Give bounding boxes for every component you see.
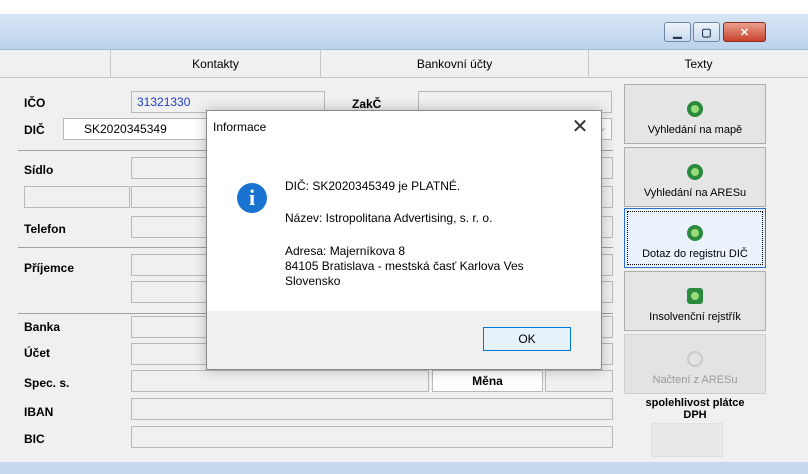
tab-bar: Kontakty Bankovní účty Texty (0, 50, 808, 78)
insolvency-registry-button[interactable]: Insolvenční rejstřík (624, 271, 766, 331)
prijemce-label: Příjemce (24, 261, 75, 275)
banka-label: Banka (24, 320, 61, 334)
maximize-button[interactable]: ▢ (693, 22, 720, 42)
spec-label: Spec. s. (24, 376, 70, 390)
globe-icon (687, 101, 703, 117)
info-icon: i (237, 183, 267, 213)
dic-value: SK2020345349 (84, 122, 167, 136)
load-from-ares-button[interactable]: Načtení z ARESu (624, 334, 766, 394)
close-icon: ✕ (739, 26, 750, 39)
globe-icon (687, 225, 703, 241)
dialog-city-text: 84105 Bratislava - mestská časť Karlova … (285, 259, 524, 273)
window-close-button[interactable]: ✕ (723, 22, 766, 42)
ares-search-button[interactable]: Vyhledání na ARESu (624, 147, 766, 207)
dic-field[interactable]: SK2020345349 (63, 118, 213, 140)
mena-label: Měna (432, 370, 543, 392)
building-icon (687, 288, 703, 304)
zakc-label: ZakČ (352, 97, 382, 111)
ucet-label: Účet (24, 346, 51, 360)
sidlo-psc-field[interactable] (24, 186, 130, 208)
dialog-country-text: Slovensko (285, 274, 341, 288)
close-icon[interactable]: ✕ (567, 114, 593, 140)
bic-field[interactable] (131, 426, 613, 448)
vat-reliability-indicator (651, 423, 723, 457)
dialog-address-text: Adresa: Majerníkova 8 (285, 244, 406, 258)
minimize-icon: ▁ (673, 26, 682, 39)
vat-reliability-label: spolehlivost plátce DPH (645, 397, 745, 421)
minimize-button[interactable]: ▁ (664, 22, 691, 42)
spec-field[interactable] (131, 370, 429, 392)
sidlo-label: Sídlo (24, 163, 54, 177)
info-dialog: Informace ✕ i DIČ: SK2020345349 je PLATN… (206, 110, 602, 370)
dialog-footer: OK (207, 311, 601, 369)
dic-registry-button[interactable]: Dotaz do registru DIČ (624, 208, 766, 268)
maximize-icon: ▢ (701, 26, 712, 39)
mena-field[interactable] (545, 370, 613, 392)
tab-kontakty[interactable]: Kontakty (110, 50, 320, 78)
telefon-label: Telefon (24, 222, 66, 236)
globe-icon (687, 164, 703, 180)
ico-label: IČO (24, 96, 46, 110)
dialog-status-text: DIČ: SK2020345349 je PLATNÉ. (285, 179, 461, 193)
tab-bankovni-ucty[interactable]: Bankovní účty (320, 50, 588, 78)
dialog-title-bar: Informace (207, 111, 601, 143)
window-title-bar: ▁ ▢ ✕ (0, 14, 808, 50)
top-strip (0, 0, 808, 14)
ico-value: 31321330 (137, 95, 191, 109)
tab-texty[interactable]: Texty (588, 50, 808, 78)
bic-label: BIC (24, 432, 45, 446)
circle-icon (687, 351, 703, 367)
dialog-name-text: Název: Istropolitana Advertising, s. r. … (285, 211, 493, 225)
ok-button[interactable]: OK (483, 327, 571, 351)
dialog-body: i DIČ: SK2020345349 je PLATNÉ. Název: Is… (207, 143, 601, 311)
status-bar (0, 462, 808, 474)
dialog-title: Informace (213, 120, 267, 134)
iban-label: IBAN (24, 405, 54, 419)
dic-label: DIČ (24, 123, 45, 137)
map-search-button[interactable]: Vyhledání na mapě (624, 84, 766, 144)
iban-field[interactable] (131, 398, 613, 420)
